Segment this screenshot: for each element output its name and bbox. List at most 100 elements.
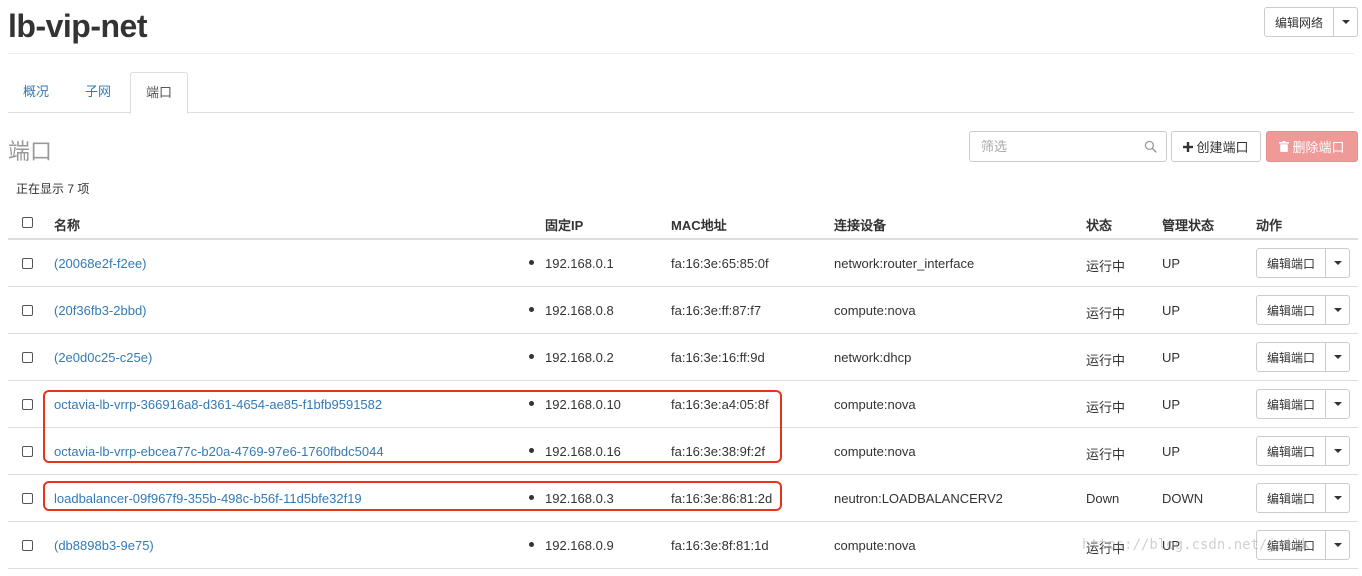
- edit-port-dropdown-toggle[interactable]: [1326, 436, 1350, 466]
- attached-device: network:dhcp: [834, 350, 912, 365]
- chevron-down-icon: [1333, 261, 1342, 265]
- bullet-icon: [529, 260, 534, 265]
- edit-port-dropdown-toggle[interactable]: [1326, 530, 1350, 560]
- admin-state: UP: [1162, 444, 1181, 459]
- edit-network-button[interactable]: 编辑网络: [1264, 7, 1334, 37]
- attached-device: compute:nova: [834, 397, 916, 412]
- port-name-link[interactable]: (20068e2f-f2ee): [54, 256, 147, 271]
- edit-port-button[interactable]: 编辑端口: [1256, 483, 1326, 513]
- edit-port-button-group: 编辑端口: [1256, 342, 1350, 372]
- search-icon[interactable]: [1144, 140, 1157, 153]
- chevron-down-icon: [1333, 308, 1342, 312]
- select-all-checkbox[interactable]: [22, 217, 33, 228]
- column-header-mac[interactable]: MAC地址: [671, 215, 727, 234]
- filter-input[interactable]: [970, 132, 1135, 161]
- port-status: Down: [1086, 491, 1120, 506]
- mac-address: fa:16:3e:8f:81:1d: [671, 538, 769, 553]
- admin-state: UP: [1162, 350, 1181, 365]
- admin-state: UP: [1162, 397, 1181, 412]
- edit-port-dropdown-toggle[interactable]: [1326, 295, 1350, 325]
- port-status: 运行中: [1086, 259, 1126, 274]
- edit-port-button[interactable]: 编辑端口: [1256, 342, 1326, 372]
- port-name-link[interactable]: (db8898b3-9e75): [54, 538, 154, 553]
- row-checkbox[interactable]: [22, 540, 33, 551]
- section-title: 端口: [8, 139, 53, 164]
- watermark: https://blog.csdn.net/jmilk: [1082, 537, 1310, 553]
- row-checkbox[interactable]: [22, 493, 33, 504]
- filter-box: [969, 131, 1167, 162]
- edit-port-button-group: 编辑端口: [1256, 436, 1350, 466]
- port-status: 运行中: [1086, 306, 1126, 321]
- page-header: lb-vip-net: [8, 0, 1354, 54]
- admin-state: UP: [1162, 256, 1181, 271]
- attached-device: compute:nova: [834, 444, 916, 459]
- fixed-ip: 192.168.0.1: [545, 256, 614, 271]
- column-header-fixed-ip[interactable]: 固定IP: [545, 215, 583, 234]
- tab-ports[interactable]: 端口: [130, 72, 189, 114]
- edit-network-button-group: 编辑网络: [1264, 7, 1358, 37]
- edit-port-button[interactable]: 编辑端口: [1256, 248, 1326, 278]
- create-port-button[interactable]: 创建端口: [1171, 131, 1261, 162]
- edit-port-dropdown-toggle[interactable]: [1326, 342, 1350, 372]
- column-header-name[interactable]: 名称: [54, 215, 80, 234]
- fixed-ip: 192.168.0.9: [545, 538, 614, 553]
- attached-device: network:router_interface: [834, 256, 975, 271]
- edit-port-button-group: 编辑端口: [1256, 483, 1350, 513]
- edit-port-button[interactable]: 编辑端口: [1256, 295, 1326, 325]
- port-name-link[interactable]: (2e0d0c25-c25e): [54, 350, 152, 365]
- column-header-actions: 动作: [1256, 218, 1283, 233]
- tab-bar: 概况 子网 端口: [8, 72, 1354, 114]
- mac-address: fa:16:3e:16:ff:9d: [671, 350, 765, 365]
- table-row: (20068e2f-f2ee) 192.168.0.1 fa:16:3e:65:85…: [8, 240, 1358, 287]
- attached-device: compute:nova: [834, 303, 916, 318]
- edit-port-dropdown-toggle[interactable]: [1326, 389, 1350, 419]
- row-checkbox[interactable]: [22, 305, 33, 316]
- bullet-icon: [529, 542, 534, 547]
- edit-port-dropdown-toggle[interactable]: [1326, 483, 1350, 513]
- edit-port-dropdown-toggle[interactable]: [1326, 248, 1350, 278]
- trash-icon: [1279, 141, 1290, 152]
- delete-port-label: 删除端口: [1292, 140, 1345, 155]
- table-header: 名称 固定IP MAC地址 连接设备 状态 管理状态 动作: [8, 206, 1358, 240]
- port-status: 运行中: [1086, 447, 1126, 462]
- chevron-down-icon: [1333, 496, 1342, 500]
- bullet-icon: [529, 307, 534, 312]
- edit-network-dropdown-toggle[interactable]: [1334, 7, 1358, 37]
- highlight-box-vrrp-ports: [43, 390, 782, 463]
- plus-icon: [1183, 141, 1194, 152]
- chevron-down-icon: [1333, 543, 1342, 547]
- mac-address: fa:16:3e:65:85:0f: [671, 256, 769, 271]
- row-checkbox[interactable]: [22, 446, 33, 457]
- edit-port-button-group: 编辑端口: [1256, 295, 1350, 325]
- row-checkbox[interactable]: [22, 352, 33, 363]
- delete-port-button[interactable]: 删除端口: [1266, 131, 1358, 162]
- fixed-ip: 192.168.0.2: [545, 350, 614, 365]
- chevron-down-icon: [1333, 355, 1342, 359]
- table-row: (2e0d0c25-c25e) 192.168.0.2 fa:16:3e:16:ff…: [8, 334, 1358, 381]
- admin-state: DOWN: [1162, 491, 1204, 506]
- column-header-status[interactable]: 状态: [1086, 215, 1112, 234]
- port-status: 运行中: [1086, 353, 1126, 368]
- admin-state: UP: [1162, 303, 1181, 318]
- attached-device: compute:nova: [834, 538, 916, 553]
- tab-overview[interactable]: 概况: [8, 72, 64, 113]
- edit-port-button-group: 编辑端口: [1256, 248, 1350, 278]
- chevron-down-icon: [1333, 449, 1342, 453]
- row-checkbox[interactable]: [22, 399, 33, 410]
- edit-port-button-group: 编辑端口: [1256, 389, 1350, 419]
- create-port-label: 创建端口: [1196, 140, 1249, 155]
- tab-subnets[interactable]: 子网: [70, 72, 126, 113]
- page-title: lb-vip-net: [8, 8, 147, 44]
- mac-address: fa:16:3e:ff:87:f7: [671, 303, 762, 318]
- column-header-admin-state[interactable]: 管理状态: [1162, 215, 1214, 234]
- attached-device: neutron:LOADBALANCERV2: [834, 491, 1003, 506]
- edit-port-button[interactable]: 编辑端口: [1256, 389, 1326, 419]
- ports-table: 名称 固定IP MAC地址 连接设备 状态 管理状态 动作 (20068e2f-…: [8, 206, 1358, 569]
- chevron-down-icon: [1341, 20, 1350, 24]
- edit-port-button[interactable]: 编辑端口: [1256, 436, 1326, 466]
- fixed-ip: 192.168.0.8: [545, 303, 614, 318]
- port-name-link[interactable]: (20f36fb3-2bbd): [54, 303, 147, 318]
- column-header-device[interactable]: 连接设备: [834, 215, 886, 234]
- port-status: 运行中: [1086, 400, 1126, 415]
- row-checkbox[interactable]: [22, 258, 33, 269]
